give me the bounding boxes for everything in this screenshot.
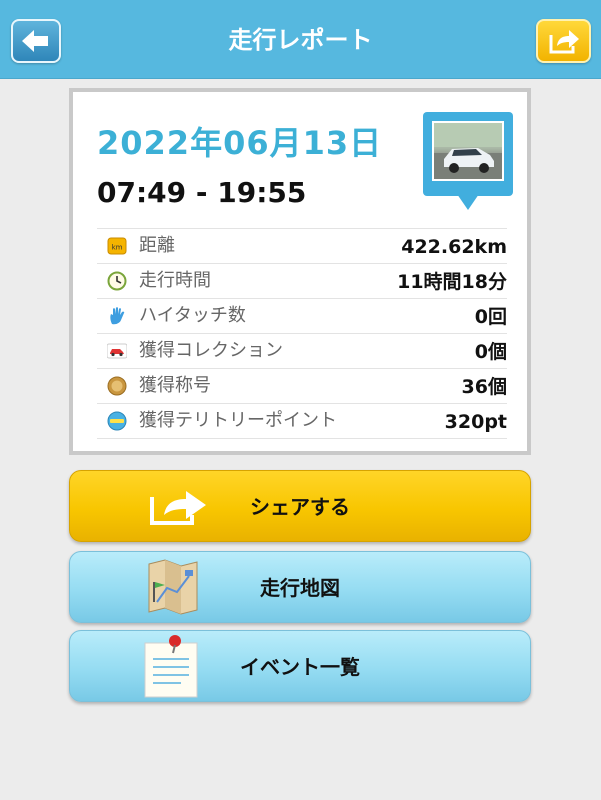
stat-row-high-touch: ハイタッチ数 0回: [97, 298, 507, 333]
page-title: 走行レポート: [228, 26, 373, 54]
stat-row-collection: 獲得コレクション 0個: [97, 333, 507, 368]
share-top-button[interactable]: [536, 19, 591, 63]
stat-row-distance: km 距離 422.62km: [97, 228, 507, 263]
car-icon: [107, 343, 127, 359]
header-bar: 走行レポート: [0, 0, 601, 79]
stat-row-drive-time: 走行時間 11時間18分: [97, 263, 507, 298]
stat-value: 0個: [474, 341, 507, 363]
stat-value: 422.62km: [401, 236, 507, 258]
stat-value: 36個: [461, 376, 507, 398]
stat-label: 獲得テリトリーポイント: [139, 410, 337, 431]
svg-text:km: km: [112, 244, 123, 252]
hand-icon: [110, 307, 125, 325]
clock-icon: [107, 271, 127, 291]
report-card: 2022年06月13日 07:49 - 19:55 km 距離 422.62km: [69, 88, 531, 455]
stat-row-titles: 獲得称号 36個: [97, 368, 507, 403]
drive-map-button-label: 走行地図: [260, 576, 340, 600]
report-date: 2022年06月13日: [97, 124, 383, 162]
stat-value: 320pt: [444, 411, 507, 433]
km-badge-icon: km: [107, 237, 127, 255]
share-button[interactable]: シェアする: [69, 470, 531, 542]
stat-value: 0回: [474, 306, 507, 328]
stat-label: 距離: [139, 235, 175, 256]
stat-label: 走行時間: [139, 270, 211, 291]
share-button-label: シェアする: [250, 495, 350, 519]
drive-map-button[interactable]: 走行地図: [69, 551, 531, 623]
stat-value: 11時間18分: [397, 271, 507, 293]
spot-badge-icon: [107, 411, 127, 431]
stat-label: ハイタッチ数: [139, 305, 246, 326]
stat-row-territory: 獲得テリトリーポイント 320pt: [97, 403, 507, 439]
event-list-button-label: イベント一覧: [240, 655, 360, 679]
stats-list: km 距離 422.62km 走行時間 11時間18分 ハイタッチ数 0回 獲得…: [97, 228, 507, 439]
event-list-button[interactable]: イベント一覧: [69, 630, 531, 702]
stat-label: 獲得コレクション: [139, 340, 283, 361]
car-photo: [432, 121, 504, 181]
report-time-range: 07:49 - 19:55: [97, 176, 307, 209]
medal-icon: [107, 376, 127, 396]
stat-label: 獲得称号: [139, 375, 211, 396]
car-photo-pin-icon[interactable]: [423, 112, 513, 214]
share-arrow-icon: [549, 30, 579, 54]
